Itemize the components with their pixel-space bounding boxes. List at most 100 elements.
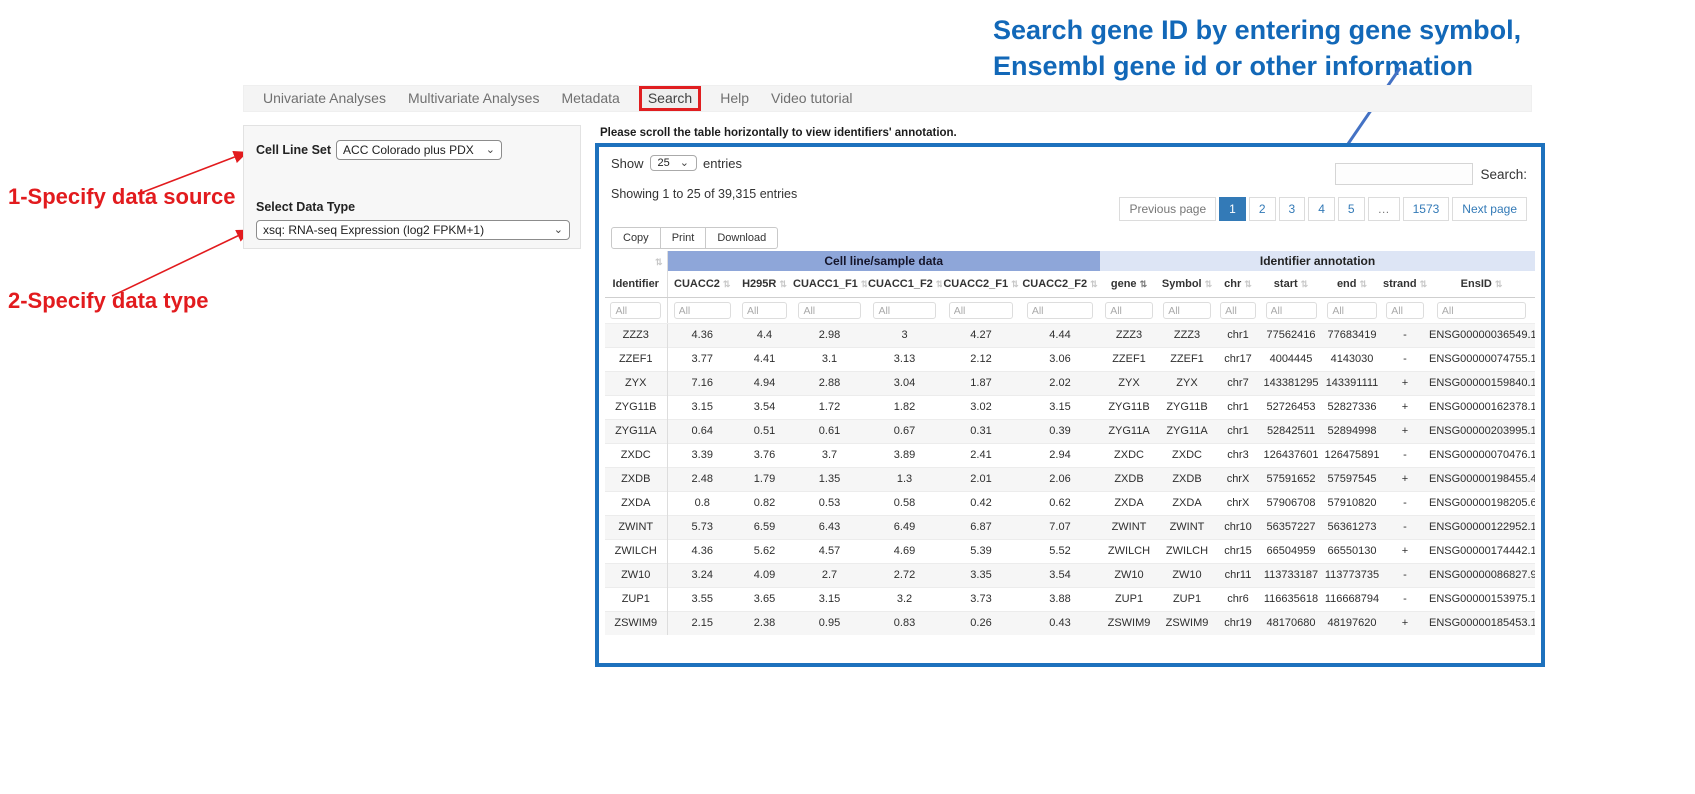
- table-cell: 52894998: [1322, 419, 1382, 443]
- table-cell: ZYG11A: [1100, 419, 1158, 443]
- table-cell: 3.54: [737, 395, 792, 419]
- column-header-cuacc1_f1[interactable]: CUACC1_F1⇅: [792, 271, 867, 297]
- table-cell: ENSG00000074755.15: [1428, 347, 1535, 371]
- column-header-chr[interactable]: chr⇅: [1216, 271, 1260, 297]
- table-cell: +: [1382, 395, 1428, 419]
- nav-tab-univariate-analyses[interactable]: Univariate Analyses: [252, 86, 397, 111]
- table-cell: 48197620: [1322, 611, 1382, 635]
- filter-input-strand[interactable]: [1386, 302, 1423, 319]
- pagination-page-4[interactable]: 4: [1308, 197, 1335, 221]
- gene-data-table: ⇅Cell line/sample dataIdentifier annotat…: [605, 251, 1535, 635]
- table-cell: 2.41: [942, 443, 1020, 467]
- column-header-cuacc2_f2[interactable]: CUACC2_F2⇅: [1020, 271, 1100, 297]
- table-row: ZZZ34.364.42.9834.274.44ZZZ3ZZZ3chr17756…: [605, 323, 1535, 347]
- table-cell: ZUP1: [605, 587, 667, 611]
- showing-entries-text: Showing 1 to 25 of 39,315 entries: [611, 187, 797, 201]
- blue-annotation-line1: Search gene ID by entering gene symbol,: [993, 12, 1521, 48]
- nav-tab-search[interactable]: Search: [639, 86, 701, 111]
- cell-line-set-select[interactable]: ACC Colorado plus PDX ⌄: [336, 140, 502, 160]
- table-cell: ZZEF1: [1158, 347, 1216, 371]
- search-input[interactable]: [1335, 163, 1473, 185]
- sort-icon: ⇅: [1140, 279, 1148, 289]
- column-header-cuacc2_f1[interactable]: CUACC2_F1⇅: [942, 271, 1020, 297]
- column-header-strand[interactable]: strand⇅: [1382, 271, 1428, 297]
- table-row: ZZEF13.774.413.13.132.123.06ZZEF1ZZEF1ch…: [605, 347, 1535, 371]
- pagination-next-button[interactable]: Next page: [1452, 197, 1527, 221]
- table-cell: 66504959: [1260, 539, 1322, 563]
- filter-input-identifier[interactable]: [610, 302, 661, 319]
- filter-input-cuacc1_f2[interactable]: [873, 302, 935, 319]
- pagination-previous-button[interactable]: Previous page: [1119, 197, 1216, 221]
- sort-icon: ⇅: [1360, 279, 1368, 289]
- filter-input-cuacc1_f1[interactable]: [798, 302, 860, 319]
- filter-input-h295r[interactable]: [742, 302, 787, 319]
- page-length-select[interactable]: 25 ⌄: [650, 155, 697, 171]
- filter-input-chr[interactable]: [1220, 302, 1256, 319]
- column-header-start[interactable]: start⇅: [1260, 271, 1322, 297]
- filter-input-cuacc2_f1[interactable]: [949, 302, 1014, 319]
- column-label: H295R: [742, 278, 776, 290]
- table-cell: -: [1382, 491, 1428, 515]
- red-annotation-data-source: 1-Specify data source: [8, 184, 235, 210]
- pagination-page-5[interactable]: 5: [1338, 197, 1365, 221]
- blue-annotation-note: Search gene ID by entering gene symbol, …: [993, 12, 1521, 84]
- table-cell: 3.04: [867, 371, 942, 395]
- copy-button[interactable]: Copy: [611, 227, 661, 249]
- group-header-sample-data: Cell line/sample data: [667, 251, 1100, 271]
- column-header-end[interactable]: end⇅: [1322, 271, 1382, 297]
- table-row: ZXDC3.393.763.73.892.412.94ZXDCZXDCchr31…: [605, 443, 1535, 467]
- nav-tab-help[interactable]: Help: [709, 86, 760, 111]
- column-header-gene[interactable]: gene⇅: [1100, 271, 1158, 297]
- table-cell: ZSWIM9: [605, 611, 667, 635]
- table-cell: 6.49: [867, 515, 942, 539]
- filter-input-end[interactable]: [1327, 302, 1376, 319]
- table-cell: chr3: [1216, 443, 1260, 467]
- nav-tab-metadata[interactable]: Metadata: [550, 86, 630, 111]
- column-header-symbol[interactable]: Symbol⇅: [1158, 271, 1216, 297]
- column-label: start: [1274, 278, 1298, 290]
- page-length-value: 25: [658, 157, 670, 169]
- filter-input-cuacc2_f2[interactable]: [1027, 302, 1093, 319]
- column-header-h295r[interactable]: H295R⇅: [737, 271, 792, 297]
- table-cell: 0.51: [737, 419, 792, 443]
- sort-icon: ⇅: [936, 279, 942, 289]
- table-cell: chr15: [1216, 539, 1260, 563]
- column-header-ensid[interactable]: EnsID⇅: [1428, 271, 1535, 297]
- column-header-identifier[interactable]: Identifier: [605, 271, 667, 297]
- table-row: ZW103.244.092.72.723.353.54ZW10ZW10chr11…: [605, 563, 1535, 587]
- pagination-page-3[interactable]: 3: [1279, 197, 1306, 221]
- table-cell: chr6: [1216, 587, 1260, 611]
- pagination-page-2[interactable]: 2: [1249, 197, 1276, 221]
- table-cell: 126437601: [1260, 443, 1322, 467]
- pagination-ellipsis[interactable]: …: [1368, 197, 1400, 221]
- table-cell: -: [1382, 515, 1428, 539]
- table-cell: ENSG00000198455.4: [1428, 467, 1535, 491]
- download-button[interactable]: Download: [705, 227, 778, 249]
- table-cell: ZW10: [605, 563, 667, 587]
- identifier-sort-cell[interactable]: ⇅: [605, 251, 667, 271]
- filter-input-start[interactable]: [1266, 302, 1317, 319]
- table-cell: ZXDC: [1100, 443, 1158, 467]
- table-cell: ZYG11B: [1158, 395, 1216, 419]
- table-cell: ZXDC: [1158, 443, 1216, 467]
- table-cell: ENSG00000036549.13: [1428, 323, 1535, 347]
- column-header-cuacc2[interactable]: CUACC2⇅: [667, 271, 737, 297]
- filter-input-ensid[interactable]: [1437, 302, 1526, 319]
- filter-input-gene[interactable]: [1105, 302, 1153, 319]
- table-cell: ENSG00000185453.13: [1428, 611, 1535, 635]
- nav-tab-video-tutorial[interactable]: Video tutorial: [760, 86, 863, 111]
- print-button[interactable]: Print: [660, 227, 707, 249]
- pagination-page-1[interactable]: 1: [1219, 197, 1246, 221]
- filter-input-cuacc2[interactable]: [674, 302, 731, 319]
- table-cell: 2.98: [792, 323, 867, 347]
- table-cell: chr10: [1216, 515, 1260, 539]
- table-cell: 56361273: [1322, 515, 1382, 539]
- nav-tab-multivariate-analyses[interactable]: Multivariate Analyses: [397, 86, 551, 111]
- filter-input-symbol[interactable]: [1163, 302, 1211, 319]
- pagination-page-1573[interactable]: 1573: [1403, 197, 1450, 221]
- column-header-cuacc1_f2[interactable]: CUACC1_F2⇅: [867, 271, 942, 297]
- table-cell: 3.55: [667, 587, 737, 611]
- data-type-select[interactable]: xsq: RNA-seq Expression (log2 FPKM+1) ⌄: [256, 220, 570, 240]
- table-cell: chr11: [1216, 563, 1260, 587]
- table-cell: 0.67: [867, 419, 942, 443]
